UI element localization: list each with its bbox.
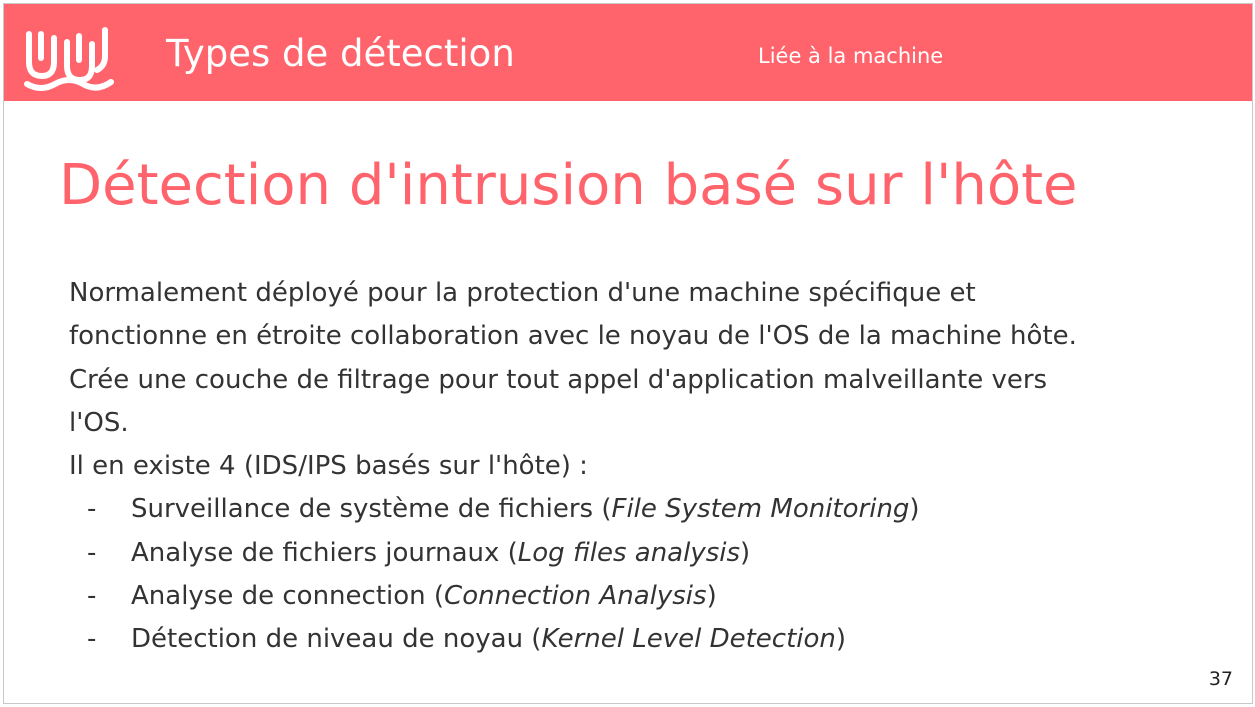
bullet-english-term: Connection Analysis bbox=[444, 581, 707, 612]
bullet-text: Analyse de fichiers journaux ( bbox=[131, 537, 518, 568]
bullet-dash: - bbox=[87, 494, 97, 525]
body-line: fonctionne en étroite collaboration avec… bbox=[69, 321, 1077, 352]
slide: Types de détection Liée à la machine Dét… bbox=[3, 3, 1253, 704]
bullet-text: Analyse de connection ( bbox=[131, 581, 445, 612]
body-line: Normalement déployé pour la protection d… bbox=[69, 278, 976, 308]
bullet-english-term: Log files analysis bbox=[517, 537, 741, 568]
header-title: Types de détection bbox=[166, 32, 515, 75]
slide-header: Types de détection Liée à la machine bbox=[4, 4, 1252, 101]
slide-body: Normalement déployé pour la protection d… bbox=[69, 272, 1219, 662]
body-line: Il en existe 4 (IDS/IPS basés sur l'hôte… bbox=[69, 451, 588, 482]
wave-logo-icon bbox=[24, 27, 114, 91]
header-subtitle: Liée à la machine bbox=[758, 44, 944, 68]
detection-types-list: - Surveillance de système de fichiers (Fi… bbox=[69, 488, 1219, 661]
body-line: Crée une couche de filtrage pour tout ap… bbox=[69, 364, 1048, 395]
bullet-end: ) bbox=[835, 624, 847, 655]
bullet-dash: - bbox=[87, 537, 97, 568]
list-item: - Surveillance de système de fichiers (Fi… bbox=[69, 488, 1219, 531]
bullet-end: ) bbox=[706, 581, 717, 612]
bullet-dash: - bbox=[87, 581, 97, 612]
bullet-text: Surveillance de système de fichiers ( bbox=[131, 494, 612, 525]
slide-title: Détection d'intrusion basé sur l'hôte bbox=[59, 153, 1078, 218]
bullet-text: Détection de niveau de noyau ( bbox=[131, 624, 542, 655]
page-number: 37 bbox=[1208, 668, 1233, 690]
body-line: l'OS. bbox=[69, 407, 129, 438]
bullet-english-term: Kernel Level Detection bbox=[541, 624, 836, 655]
list-item: - Analyse de connection (Connection Analy… bbox=[69, 575, 1219, 618]
bullet-end: ) bbox=[909, 494, 920, 525]
list-item: - Analyse de fichiers journaux (Log files… bbox=[69, 532, 1219, 575]
list-item: - Détection de niveau de noyau (Kernel Le… bbox=[69, 618, 1219, 661]
bullet-end: ) bbox=[740, 537, 751, 568]
bullet-english-term: File System Monitoring bbox=[611, 494, 910, 525]
bullet-dash: - bbox=[87, 624, 97, 655]
